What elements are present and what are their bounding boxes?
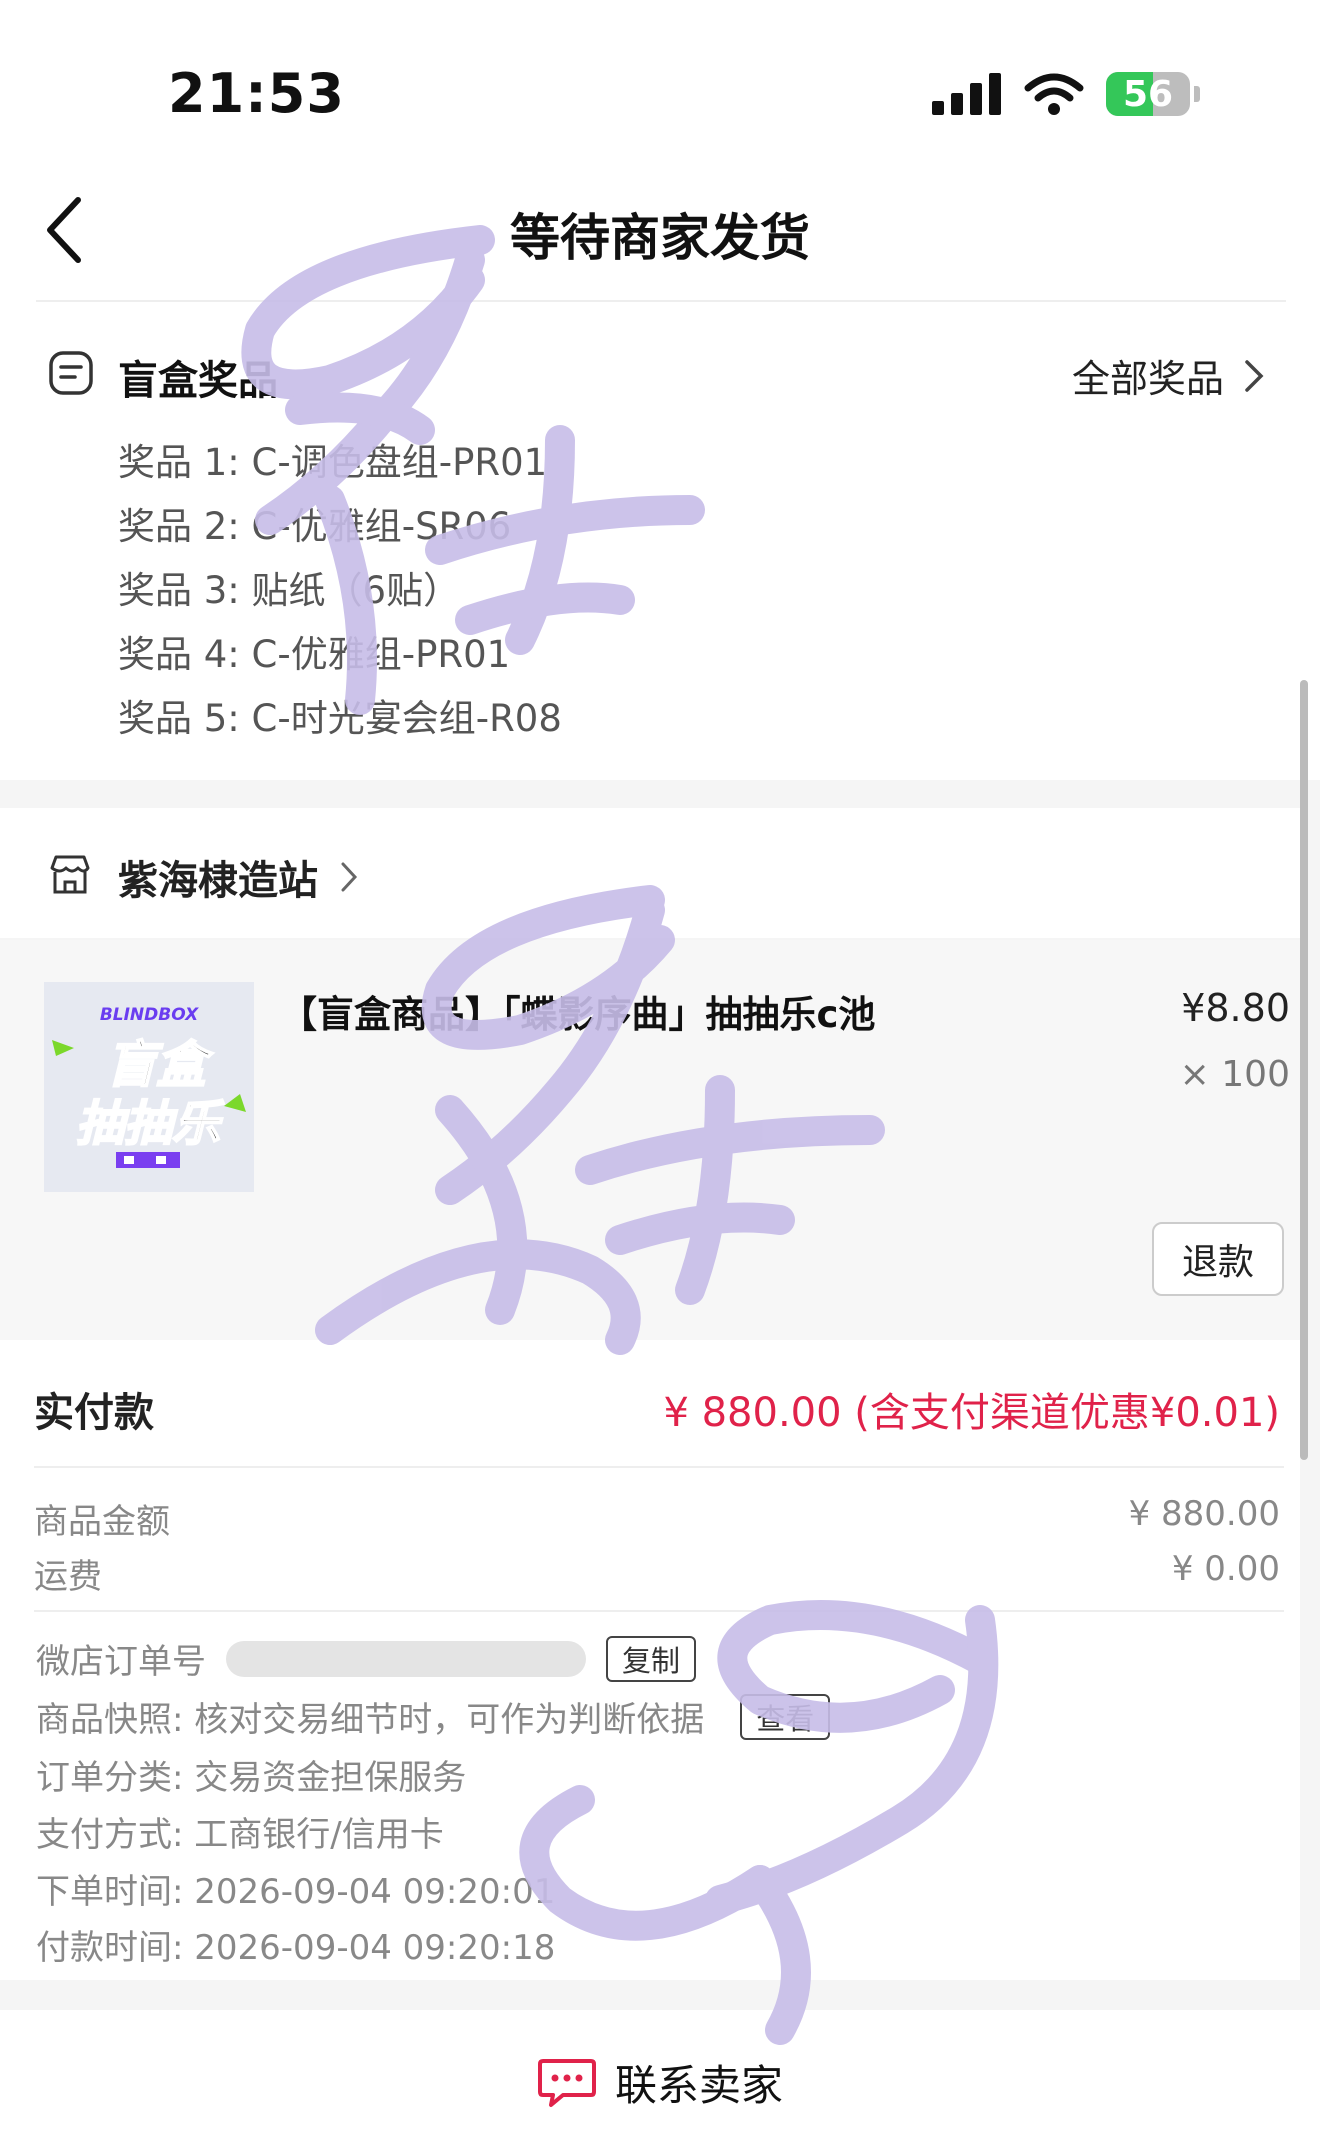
all-prizes-label: 全部奖品 (1071, 357, 1224, 401)
store-name: 紫海棣造站 (118, 858, 318, 904)
prize-section-title: 盲盒奖品 (118, 358, 278, 404)
status-icons: 56 (932, 72, 1200, 116)
scrollbar[interactable] (1300, 680, 1308, 1460)
divider (34, 1610, 1284, 1612)
shipping-label: 运费 (34, 1557, 102, 1597)
contact-seller-button[interactable]: 联系卖家 (0, 2052, 1320, 2113)
signal-icon (932, 73, 1001, 115)
goods-amount-label: 商品金额 (34, 1502, 170, 1542)
thumb-line1: 盲盒 (106, 1036, 214, 1094)
prize-item: 奖品 5: C-时光宴会组-R08 (118, 697, 562, 740)
chevron-right-icon (341, 862, 358, 892)
order-category: 订单分类: 交易资金担保服务 (36, 1758, 467, 1798)
order-number-row: 微店订单号 复制 (36, 1634, 697, 1683)
store-icon (50, 855, 90, 894)
paid-amount-value: ¥ 880.00 (含支付渠道优惠¥0.01) (663, 1390, 1280, 1436)
prize-item: 奖品 1: C-调色盘组-PR01 (118, 441, 548, 484)
order-time: 下单时间: 2026-09-04 09:20:01 (36, 1872, 556, 1912)
wifi-icon (1024, 73, 1084, 115)
chat-icon (537, 2058, 596, 2107)
thumb-line2: 抽抽乐 (76, 1096, 225, 1152)
chevron-right-icon (1245, 359, 1264, 392)
goods-amount-value: ¥ 880.00 (1128, 1494, 1280, 1534)
view-snapshot-button[interactable]: 查看 (740, 1693, 831, 1740)
prize-box-icon (49, 351, 93, 395)
page-title: 等待商家发货 (510, 209, 810, 267)
contact-seller-label: 联系卖家 (614, 2061, 783, 2110)
store-link[interactable]: 紫海棣造站 (118, 848, 358, 906)
divider (34, 1466, 1284, 1468)
payment-method: 支付方式: 工商银行/信用卡 (36, 1815, 444, 1855)
copy-button[interactable]: 复制 (606, 1635, 697, 1682)
battery-icon: 56 (1106, 72, 1190, 116)
shipping-value: ¥ 0.00 (1171, 1549, 1280, 1589)
status-time: 21:53 (168, 62, 345, 125)
snapshot-text: 商品快照: 核对交易细节时，可作为判断依据 (36, 1700, 705, 1740)
refund-button[interactable]: 退款 (1152, 1222, 1284, 1296)
paid-amount-label: 实付款 (34, 1390, 154, 1436)
product-thumbnail[interactable]: BLINDBOX 盲盒 抽抽乐 (44, 982, 254, 1192)
prize-item: 奖品 2: C-优雅组-SR06 (118, 505, 512, 548)
battery-level: 56 (1122, 73, 1174, 115)
divider (36, 300, 1286, 302)
product-quantity: × 100 (1179, 1054, 1290, 1095)
snapshot-row: 商品快照: 核对交易细节时，可作为判断依据 查看 (36, 1692, 831, 1741)
product-title[interactable]: 【盲盒商品】「蝶影序曲」抽抽乐c池 (280, 984, 875, 1038)
all-prizes-link[interactable]: 全部奖品 (1072, 348, 1264, 403)
prize-item: 奖品 4: C-优雅组-PR01 (118, 633, 511, 676)
order-number-redacted (226, 1640, 586, 1677)
payment-time: 付款时间: 2026-09-04 09:20:18 (36, 1928, 556, 1968)
product-price: ¥8.80 (1181, 986, 1290, 1030)
prize-item: 奖品 3: 贴纸（6贴） (118, 569, 461, 612)
order-number-label: 微店订单号 (36, 1642, 206, 1682)
thumb-tag: BLINDBOX (100, 1005, 199, 1025)
